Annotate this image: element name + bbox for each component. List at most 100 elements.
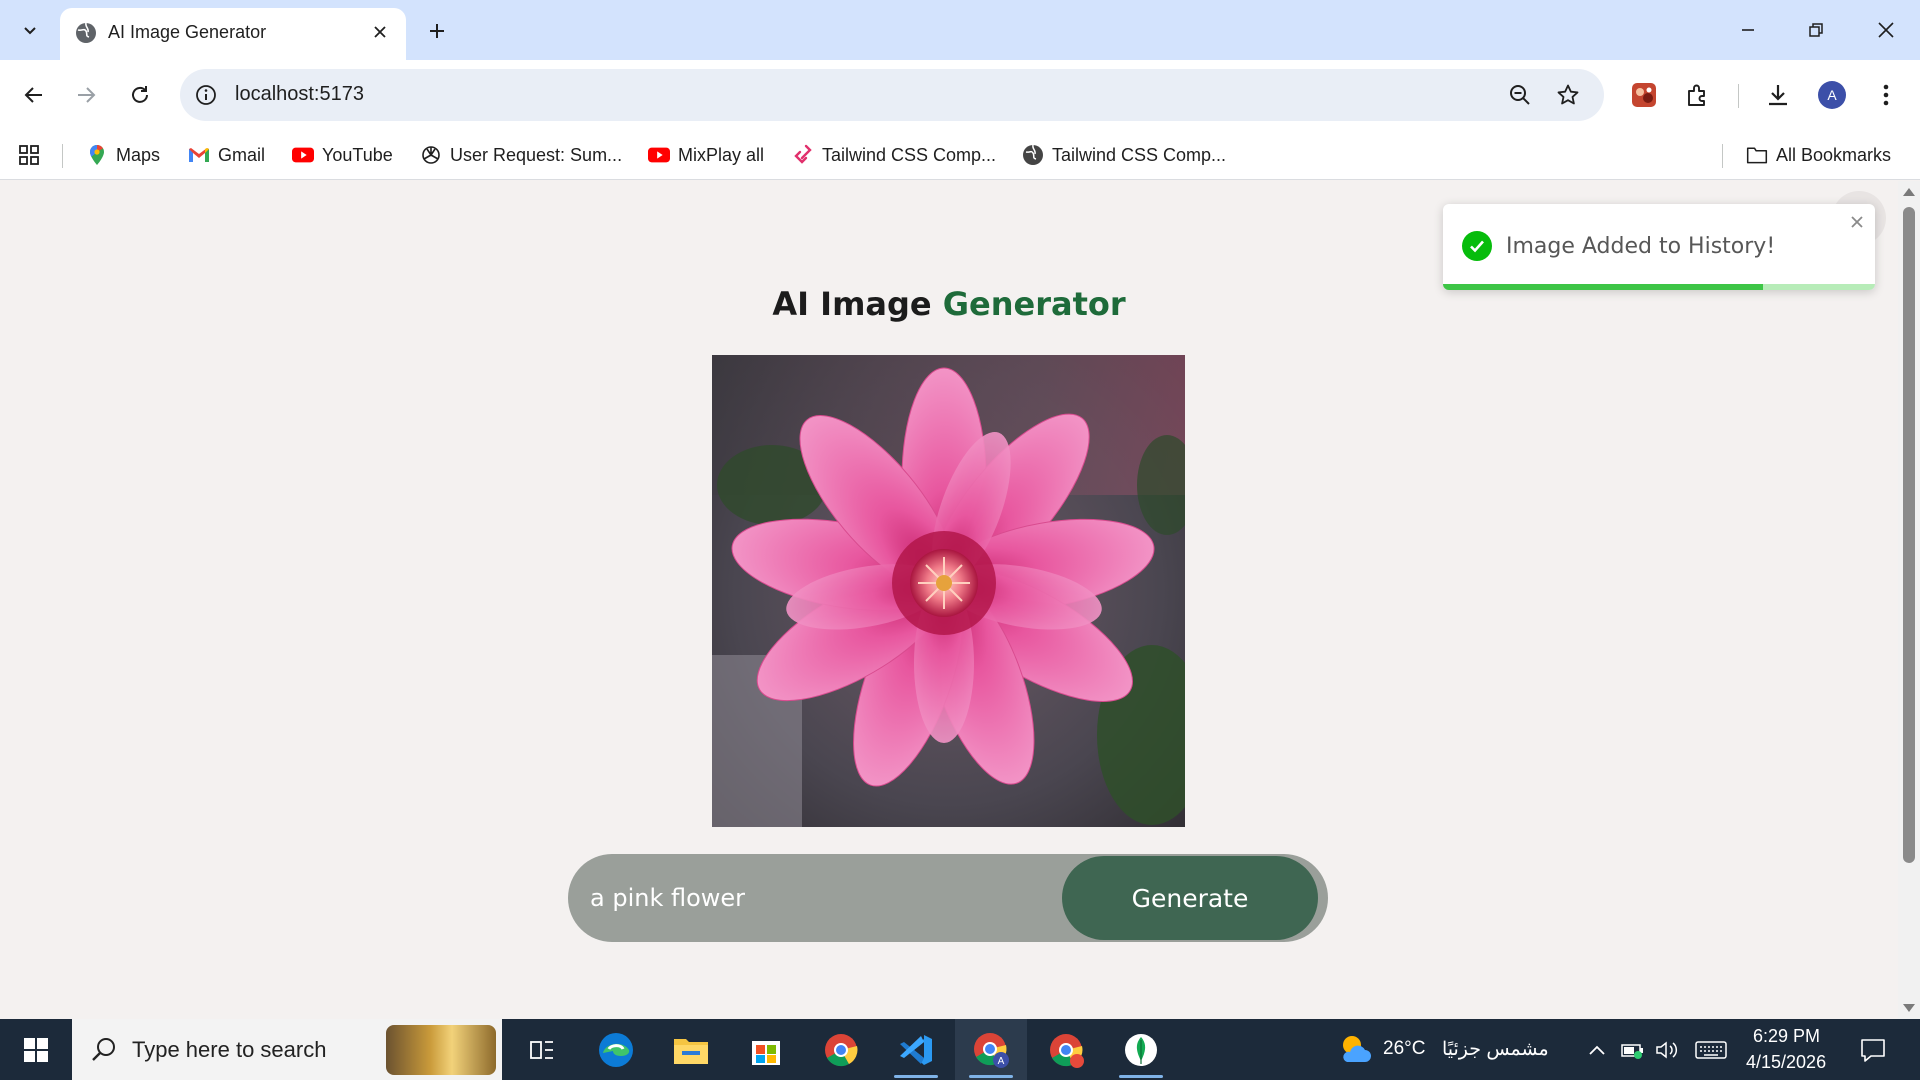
bookmark-tailwind-2[interactable]: Tailwind CSS Comp... xyxy=(1022,140,1226,170)
edge-icon xyxy=(599,1032,633,1067)
triangle-down-icon xyxy=(1903,1004,1915,1012)
chevron-down-icon xyxy=(24,27,36,35)
show-hidden-icons-button[interactable] xyxy=(1584,1037,1610,1063)
tab-title: AI Image Generator xyxy=(108,22,267,42)
bookmarks-bar: Maps Gmail YouTube User Request: Sum... … xyxy=(0,130,1920,180)
weather-icon[interactable] xyxy=(1338,1032,1372,1066)
check-circle-icon xyxy=(1462,231,1492,261)
bookmarks-separator xyxy=(62,144,63,168)
generated-image xyxy=(712,355,1185,827)
taskbar-store[interactable] xyxy=(730,1019,802,1080)
bookmark-user-request[interactable]: User Request: Sum... xyxy=(420,140,622,170)
page-scrollbar[interactable] xyxy=(1898,181,1920,1019)
profile-button[interactable]: A xyxy=(1810,73,1854,117)
chrome-menu-button[interactable] xyxy=(1864,73,1908,117)
gmail-icon xyxy=(188,144,210,166)
browser-toolbar: localhost:5173 A xyxy=(0,60,1920,130)
extension-button[interactable] xyxy=(1622,73,1666,117)
bookmark-star-button[interactable] xyxy=(1550,77,1586,113)
volume-icon[interactable] xyxy=(1654,1037,1680,1063)
weather-description[interactable]: مشمس جزئيًا xyxy=(1442,1038,1549,1061)
search-highlight-image xyxy=(386,1025,496,1075)
zoom-button[interactable] xyxy=(1502,77,1538,113)
tab-close-button[interactable] xyxy=(366,18,394,46)
apps-grid-icon xyxy=(19,145,39,165)
generate-button[interactable]: Generate xyxy=(1062,856,1318,940)
globe-icon xyxy=(76,22,96,43)
tab-search-button[interactable] xyxy=(10,12,50,48)
notification-icon xyxy=(1861,1039,1885,1062)
all-bookmarks-button[interactable]: All Bookmarks xyxy=(1746,140,1891,170)
apps-button[interactable] xyxy=(18,140,40,170)
bookmark-maps[interactable]: Maps xyxy=(86,140,160,170)
arrow-right-icon xyxy=(78,87,96,103)
reload-button[interactable] xyxy=(118,73,162,117)
taskbar-file-explorer[interactable] xyxy=(655,1019,727,1080)
taskbar-mongodb[interactable] xyxy=(1105,1019,1177,1080)
url-text[interactable]: localhost:5173 xyxy=(235,83,364,106)
toast-message: Image Added to History! xyxy=(1506,234,1776,259)
taskbar-vscode[interactable] xyxy=(880,1019,952,1080)
extensions-button[interactable] xyxy=(1676,73,1720,117)
page-title-accent: Generator xyxy=(942,285,1126,323)
notification-center-button[interactable] xyxy=(1858,1035,1888,1065)
page-title: AI Image Generator xyxy=(0,285,1898,323)
site-info-button[interactable] xyxy=(192,81,220,109)
minimize-button[interactable] xyxy=(1726,10,1770,50)
tab-active[interactable]: AI Image Generator xyxy=(60,8,406,60)
chrome-icon xyxy=(825,1033,858,1066)
prompt-form: Generate xyxy=(568,854,1328,942)
taskbar-edge[interactable] xyxy=(580,1019,652,1080)
all-bookmarks-label: All Bookmarks xyxy=(1776,144,1892,165)
page-content: AI Image Generator a pink flower Generat… xyxy=(0,181,1898,1019)
forward-button[interactable] xyxy=(64,73,108,117)
address-bar[interactable]: localhost:5173 xyxy=(180,69,1604,121)
clock-date[interactable]: 4/15/2026 xyxy=(1746,1052,1826,1073)
downloads-button[interactable] xyxy=(1756,73,1800,117)
close-window-button[interactable] xyxy=(1864,10,1908,50)
task-view-icon xyxy=(530,1040,553,1059)
back-button[interactable] xyxy=(12,73,56,117)
minimize-icon xyxy=(1742,29,1754,31)
bookmark-label: Tailwind CSS Comp... xyxy=(822,144,997,165)
chrome-profile-icon: A xyxy=(974,1032,1009,1068)
bookmark-label: YouTube xyxy=(322,144,393,165)
bookmark-youtube[interactable]: YouTube xyxy=(292,140,393,170)
bookmark-mixplay[interactable]: MixPlay all xyxy=(648,140,764,170)
bookmark-label: MixPlay all xyxy=(678,144,765,165)
taskbar-search[interactable]: Type here to search xyxy=(72,1019,502,1080)
search-icon xyxy=(92,1038,115,1061)
info-icon xyxy=(196,85,216,105)
taskbar-chrome[interactable] xyxy=(805,1019,877,1080)
clock-time[interactable]: 6:29 PM xyxy=(1753,1026,1820,1047)
bookmark-gmail[interactable]: Gmail xyxy=(188,140,265,170)
taskbar-chrome-profile[interactable]: A xyxy=(955,1019,1027,1080)
new-tab-button[interactable] xyxy=(420,14,454,48)
scroll-up-arrow[interactable] xyxy=(1898,183,1920,201)
scroll-thumb[interactable] xyxy=(1903,207,1915,863)
toast-close-button[interactable] xyxy=(1847,212,1867,232)
download-icon xyxy=(1769,85,1787,106)
vscode-icon xyxy=(900,1034,932,1065)
plus-icon xyxy=(430,24,444,38)
keyboard-icon[interactable] xyxy=(1694,1037,1728,1063)
extension-colorful-icon xyxy=(1632,83,1656,107)
close-icon xyxy=(1851,216,1863,228)
puzzle-icon xyxy=(1688,84,1705,106)
task-view-button[interactable] xyxy=(506,1019,578,1080)
start-button[interactable] xyxy=(0,1019,72,1080)
youtube-icon xyxy=(648,144,670,166)
toast-progress-bar xyxy=(1443,284,1763,290)
prompt-input[interactable] xyxy=(590,874,1060,922)
search-placeholder: Type here to search xyxy=(132,1037,327,1062)
battery-network-icon[interactable] xyxy=(1620,1037,1646,1063)
bookmark-tailwind-1[interactable]: Tailwind CSS Comp... xyxy=(792,140,996,170)
restore-button[interactable] xyxy=(1794,10,1838,50)
folder-icon xyxy=(674,1038,708,1064)
youtube-icon xyxy=(292,144,314,166)
taskbar-chrome-2[interactable] xyxy=(1030,1019,1102,1080)
weather-temperature[interactable]: 26°C xyxy=(1383,1038,1425,1060)
store-icon xyxy=(752,1040,780,1065)
scroll-down-arrow[interactable] xyxy=(1898,999,1920,1017)
chevron-up-icon xyxy=(1589,1045,1605,1055)
